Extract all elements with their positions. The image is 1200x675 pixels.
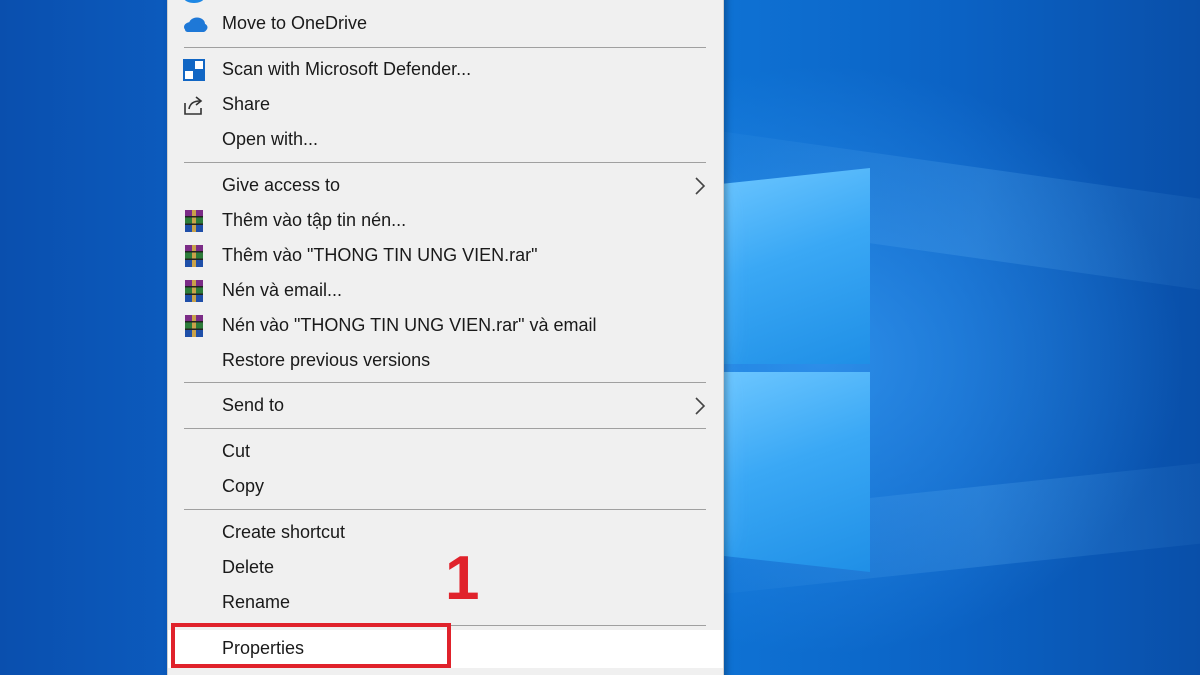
menu-item-label: Share xyxy=(222,94,271,114)
menu-item-label: Delete xyxy=(222,557,275,577)
menu-separator xyxy=(184,428,706,429)
menu-item-label: Thêm vào "THONG TIN UNG VIEN.rar" xyxy=(222,245,538,265)
winrar-icon xyxy=(182,244,206,268)
annotation-highlight-box xyxy=(171,623,451,668)
menu-item-give-access[interactable]: Give access to xyxy=(168,168,723,203)
menu-item-label: Cut xyxy=(222,441,251,461)
annotation-step-number: 1 xyxy=(445,544,480,613)
menu-item-cut[interactable]: Cut xyxy=(168,434,723,469)
menu-item-scan-defender[interactable]: Scan with Microsoft Defender... xyxy=(168,52,723,87)
menu-separator xyxy=(184,47,706,48)
menu-separator xyxy=(184,382,706,383)
menu-separator xyxy=(184,162,706,163)
menu-item-copy[interactable]: Copy xyxy=(168,469,723,504)
menu-item-open-with[interactable]: Open with... xyxy=(168,122,723,157)
menu-item-label: Thêm vào tập tin nén... xyxy=(222,210,407,230)
menu-item-label: Copy xyxy=(222,476,265,496)
menu-item-label: Give access to xyxy=(222,175,341,195)
menu-item-label: Scan with Microsoft Defender... xyxy=(222,59,472,79)
menu-separator xyxy=(184,509,706,510)
share-icon xyxy=(182,93,206,117)
menu-item-label: Rename xyxy=(222,592,291,612)
menu-item-label: Move to OneDrive xyxy=(222,13,368,33)
menu-item-send-to[interactable]: Send to xyxy=(168,388,723,423)
menu-item-winrar-add-archive[interactable]: Thêm vào tập tin nén... xyxy=(168,203,723,238)
menu-item-label: Nén vào "THONG TIN UNG VIEN.rar" và emai… xyxy=(222,315,597,335)
defender-shield-icon xyxy=(182,58,206,82)
winrar-icon xyxy=(182,314,206,338)
menu-item-label: Open with... xyxy=(222,129,319,149)
menu-item-share[interactable]: Share xyxy=(168,87,723,122)
menu-item-label: Restore previous versions xyxy=(222,350,431,370)
menu-item-winrar-add-rar[interactable]: Thêm vào "THONG TIN UNG VIEN.rar" xyxy=(168,238,723,273)
menu-item-label: Send to xyxy=(222,395,285,415)
menu-item-move-to-onedrive[interactable]: Move to OneDrive xyxy=(168,6,723,41)
chevron-right-icon xyxy=(693,396,707,416)
menu-item-winrar-compress-email[interactable]: Nén và email... xyxy=(168,273,723,308)
chevron-right-icon xyxy=(693,176,707,196)
menu-item-restore-previous[interactable]: Restore previous versions xyxy=(168,343,723,378)
winrar-icon xyxy=(182,279,206,303)
menu-item-label: Create shortcut xyxy=(222,522,346,542)
menu-item-winrar-compress-rar-email[interactable]: Nén vào "THONG TIN UNG VIEN.rar" và emai… xyxy=(168,308,723,343)
windows-logo-pane xyxy=(724,372,870,572)
winrar-icon xyxy=(182,209,206,233)
windows-logo-pane xyxy=(724,168,870,364)
onedrive-cloud-icon xyxy=(182,12,208,36)
menu-item-label: Nén và email... xyxy=(222,280,343,300)
